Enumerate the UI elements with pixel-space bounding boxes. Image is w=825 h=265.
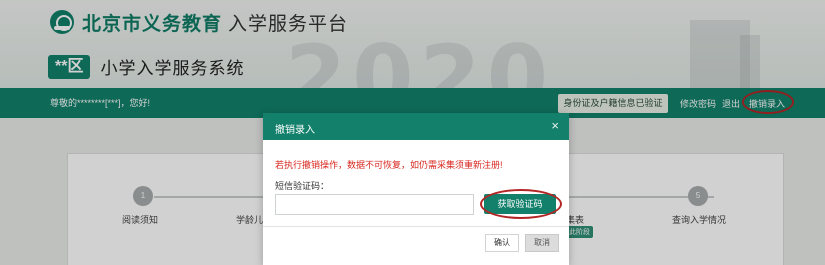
- sms-code-input[interactable]: [275, 194, 474, 215]
- highlight-circle: [480, 189, 562, 219]
- modal-divider: [263, 226, 569, 227]
- modal-header: 撤销录入 ×: [263, 113, 569, 140]
- modal-title: 撤销录入: [275, 125, 315, 136]
- cancel-button[interactable]: 取消: [525, 234, 559, 252]
- close-icon[interactable]: ×: [551, 118, 559, 133]
- confirm-button[interactable]: 确认: [485, 234, 519, 252]
- sms-code-label: 短信验证码：: [275, 181, 330, 191]
- revoke-modal: 撤销录入 × 若执行撤销操作，数据不可恢复，如仍需采集须重新注册! 短信验证码：…: [263, 113, 569, 265]
- warning-text: 若执行撤销操作，数据不可恢复，如仍需采集须重新注册!: [275, 160, 503, 170]
